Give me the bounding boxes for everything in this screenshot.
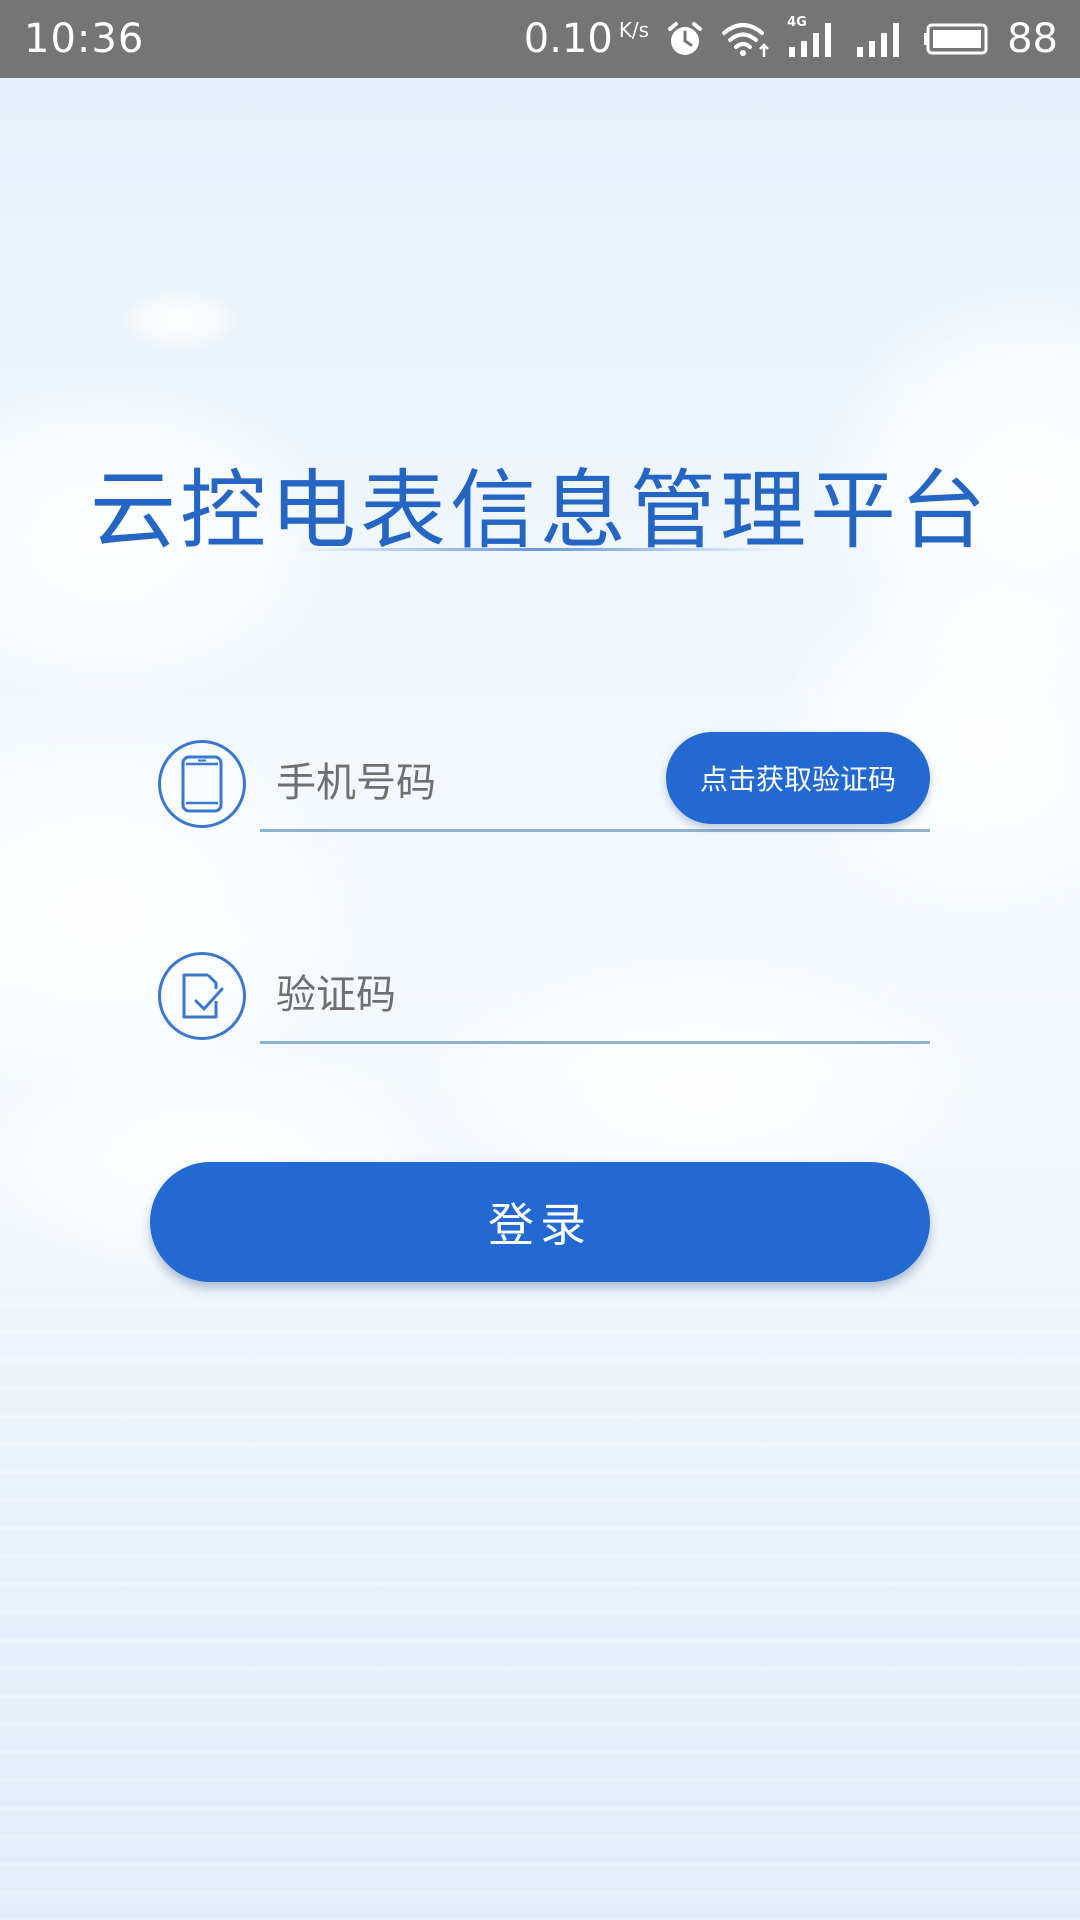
- login-button[interactable]: 登录: [150, 1162, 930, 1282]
- status-time: 10:36: [24, 16, 145, 62]
- phone-icon: [158, 740, 246, 828]
- signal-4g: 4G: [787, 15, 839, 59]
- wifi-icon: [722, 23, 769, 57]
- alarm-icon: [668, 22, 703, 55]
- signal-icon: [857, 23, 900, 57]
- battery-icon: [924, 23, 988, 55]
- title-underline: [300, 548, 780, 551]
- app-title: 云控电表信息管理平台: [90, 461, 990, 561]
- verify-code-icon: [158, 952, 246, 1040]
- water-decoration: [0, 1280, 1080, 1920]
- get-code-button[interactable]: 点击获取验证码: [666, 732, 930, 824]
- network-speed: 0.10 K/s: [524, 16, 649, 62]
- code-field-row: [158, 948, 930, 1048]
- network-speed-unit: K/s: [618, 18, 650, 42]
- cloud-decoration: [120, 290, 240, 350]
- signal-icon: [789, 23, 832, 57]
- verify-code-input[interactable]: [260, 948, 930, 1044]
- phone-field-row: 点击获取验证码: [158, 732, 930, 836]
- login-screen: 10:36 0.10 K/s 4G 88 云控电表信息管理平台 手机号码 点击获…: [0, 0, 1080, 1920]
- battery-level: 88: [1007, 16, 1058, 62]
- status-bar: 10:36 0.10 K/s 4G 88: [0, 0, 1080, 78]
- network-speed-value: 0.10: [523, 16, 613, 62]
- status-icons: 0.10 K/s 4G 88: [524, 15, 1058, 62]
